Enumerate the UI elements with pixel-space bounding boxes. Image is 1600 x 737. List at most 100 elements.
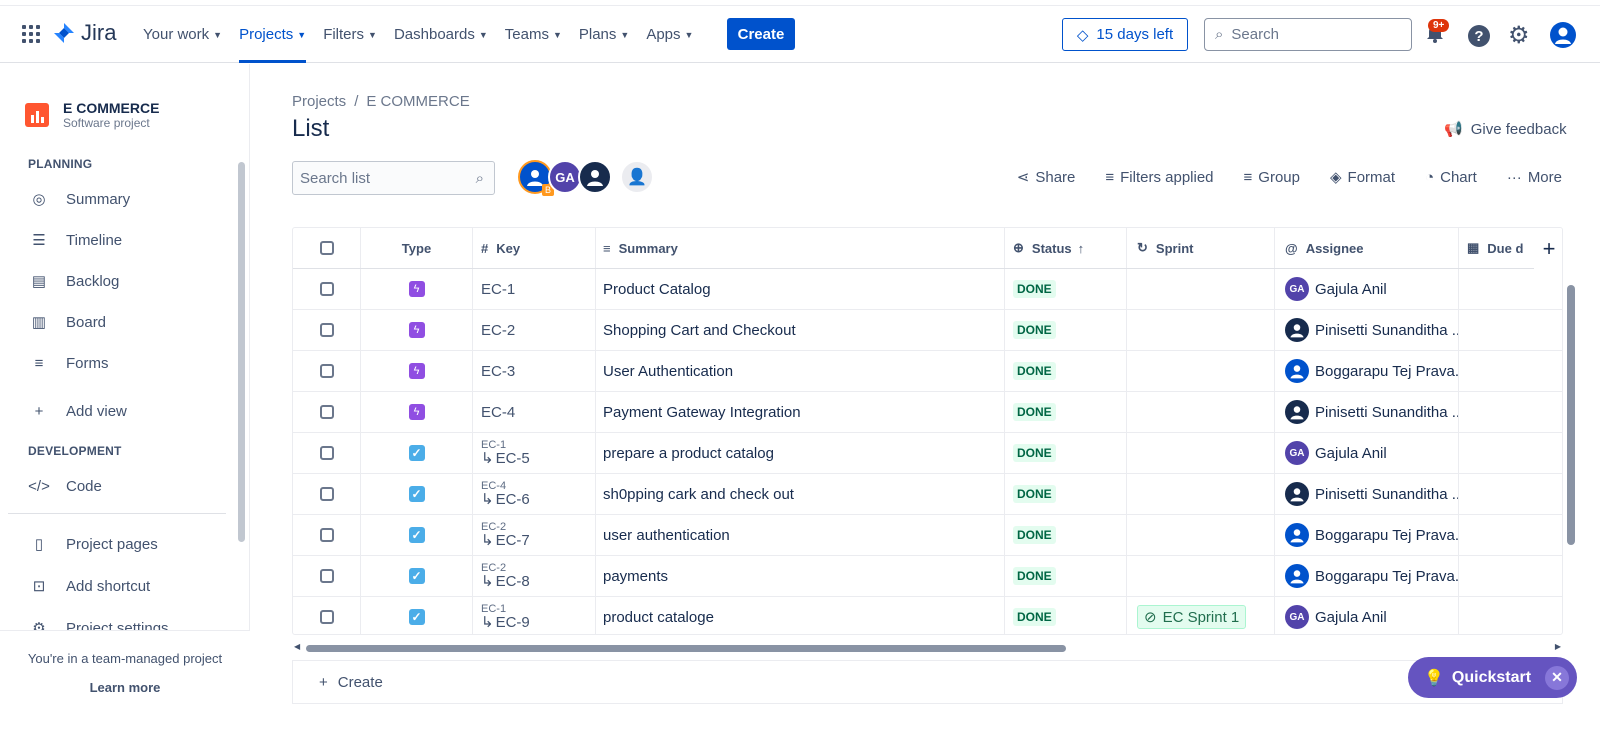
sprint-cell[interactable] [1127, 392, 1275, 432]
due-date-cell[interactable] [1459, 310, 1562, 350]
issue-key[interactable]: EC-6 [496, 491, 530, 509]
row-checkbox[interactable] [293, 597, 361, 634]
status-cell[interactable]: DONE [1005, 556, 1127, 596]
assignee-cell[interactable]: Pinisetti Sunanditha ... [1275, 474, 1459, 514]
share-button[interactable]: ⋖ Share [1017, 168, 1076, 187]
due-date-cell[interactable] [1459, 556, 1562, 596]
due-date-cell[interactable] [1459, 351, 1562, 391]
assignee-cell[interactable]: GA Gajula Anil [1275, 433, 1459, 473]
sidebar-item-timeline[interactable]: ☰ Timeline [28, 228, 122, 252]
table-horizontal-scrollbar[interactable]: ◀ ▶ [292, 642, 1563, 654]
sidebar-item-add-shortcut[interactable]: ⊡ Add shortcut [28, 574, 151, 598]
format-button[interactable]: ◈ Format [1330, 168, 1395, 187]
nav-your-work[interactable]: Your work ▼ [143, 6, 222, 63]
nav-filters[interactable]: Filters ▼ [323, 6, 377, 63]
row-checkbox[interactable] [293, 433, 361, 473]
table-vertical-scrollbar[interactable] [1566, 271, 1576, 626]
assignee-cell[interactable]: Boggarapu Tej Prava... [1275, 556, 1459, 596]
row-checkbox[interactable] [293, 351, 361, 391]
group-button[interactable]: ≡ Group [1244, 168, 1300, 186]
project-header[interactable]: E COMMERCE Software project [25, 100, 159, 130]
issue-key[interactable]: EC-5 [496, 450, 530, 468]
filters-button[interactable]: ≡ Filters applied [1105, 168, 1213, 186]
profile-avatar[interactable] [1550, 22, 1576, 53]
sidebar-item-forms[interactable]: ≡ Forms [28, 351, 109, 375]
due-date-cell[interactable] [1459, 474, 1562, 514]
more-button[interactable]: ··· More [1507, 168, 1562, 186]
status-cell[interactable]: DONE [1005, 392, 1127, 432]
sprint-cell[interactable] [1127, 556, 1275, 596]
issue-type[interactable]: ✓ [361, 597, 473, 634]
row-checkbox[interactable] [293, 515, 361, 555]
table-row[interactable]: ✓ EC-1 ↳ EC-5 prepare a product catalog DO… [293, 433, 1562, 474]
status-cell[interactable]: DONE [1005, 433, 1127, 473]
due-date-cell[interactable] [1459, 515, 1562, 555]
create-button[interactable]: Create [727, 18, 795, 50]
row-checkbox[interactable] [293, 310, 361, 350]
issue-type[interactable]: ϟ [361, 269, 473, 309]
avatar-gajula[interactable]: GA [548, 160, 582, 194]
nav-dashboards[interactable]: Dashboards ▼ [394, 6, 488, 63]
issue-key[interactable]: EC-9 [496, 614, 530, 632]
summary-cell[interactable]: Shopping Cart and Checkout [596, 310, 1005, 350]
col-summary[interactable]: ≡ Summary [596, 228, 1005, 268]
issue-type[interactable]: ϟ [361, 310, 473, 350]
sidebar-scrollbar[interactable] [237, 148, 246, 693]
issue-key[interactable]: EC-3 [481, 363, 515, 380]
sidebar-item-code[interactable]: </> Code [28, 474, 102, 498]
sprint-cell[interactable] [1127, 310, 1275, 350]
avatar-boggarapu[interactable]: B [518, 160, 554, 196]
search-list-input[interactable]: Search list ⌕ [292, 161, 495, 195]
add-people-icon[interactable]: 👤 [620, 160, 654, 194]
sprint-cell[interactable] [1127, 515, 1275, 555]
create-issue-row[interactable]: + Create [292, 660, 1563, 704]
issue-type[interactable]: ϟ [361, 392, 473, 432]
status-cell[interactable]: DONE [1005, 310, 1127, 350]
summary-cell[interactable]: sh0pping cark and check out [596, 474, 1005, 514]
global-search-input[interactable]: ⌕ Search [1204, 18, 1412, 51]
summary-cell[interactable]: User Authentication [596, 351, 1005, 391]
sprint-cell[interactable] [1127, 474, 1275, 514]
summary-cell[interactable]: Payment Gateway Integration [596, 392, 1005, 432]
issue-type[interactable]: ✓ [361, 433, 473, 473]
breadcrumb-projects[interactable]: Projects [292, 93, 346, 110]
table-row[interactable]: ✓ EC-2 ↳ EC-7 user authentication DONE Bog… [293, 515, 1562, 556]
learn-more-link[interactable]: Learn more [0, 680, 250, 695]
settings-gear-icon[interactable]: ⚙ [1508, 21, 1530, 50]
sidebar-item-summary[interactable]: ◎ Summary [28, 187, 130, 211]
summary-cell[interactable]: payments [596, 556, 1005, 596]
issue-key[interactable]: EC-7 [496, 532, 530, 550]
status-cell[interactable]: DONE [1005, 474, 1127, 514]
table-row[interactable]: ϟ EC-2 Shopping Cart and Checkout DONE P… [293, 310, 1562, 351]
sidebar-item-project-pages[interactable]: ▯ Project pages [28, 532, 158, 556]
issue-key[interactable]: EC-2 [481, 322, 515, 339]
assignee-cell[interactable]: Boggarapu Tej Prava... [1275, 351, 1459, 391]
row-checkbox[interactable] [293, 269, 361, 309]
status-cell[interactable]: DONE [1005, 515, 1127, 555]
status-cell[interactable]: DONE [1005, 351, 1127, 391]
due-date-cell[interactable] [1459, 269, 1562, 309]
issue-type[interactable]: ϟ [361, 351, 473, 391]
sprint-cell[interactable]: ⊘ EC Sprint 1 [1127, 597, 1275, 634]
assignee-cell[interactable]: Boggarapu Tej Prava... [1275, 515, 1459, 555]
col-assignee[interactable]: @ Assignee [1275, 228, 1459, 268]
assignee-cell[interactable]: GA Gajula Anil [1275, 269, 1459, 309]
table-hscroll-thumb[interactable] [306, 645, 1066, 652]
sidebar-item-backlog[interactable]: ▤ Backlog [28, 269, 119, 293]
nav-plans[interactable]: Plans ▼ [579, 6, 629, 63]
due-date-cell[interactable] [1459, 392, 1562, 432]
table-row[interactable]: ✓ EC-1 ↳ EC-9 product cataloge DONE ⊘ EC Sp… [293, 597, 1562, 634]
issue-type[interactable]: ✓ [361, 515, 473, 555]
assignee-cell[interactable]: Pinisetti Sunanditha ... [1275, 392, 1459, 432]
select-all-checkbox[interactable] [293, 228, 361, 268]
summary-cell[interactable]: user authentication [596, 515, 1005, 555]
add-column-plus-icon[interactable]: + [1534, 228, 1562, 269]
breadcrumb-project[interactable]: E COMMERCE [366, 93, 469, 110]
row-checkbox[interactable] [293, 392, 361, 432]
table-row[interactable]: ϟ EC-4 Payment Gateway Integration DONE … [293, 392, 1562, 433]
scroll-right-icon[interactable]: ▶ [1555, 642, 1561, 651]
issue-key[interactable]: EC-4 [481, 404, 515, 421]
scroll-left-icon[interactable]: ◀ [294, 642, 300, 651]
nav-teams[interactable]: Teams ▼ [505, 6, 562, 63]
issue-key[interactable]: EC-8 [496, 573, 530, 591]
